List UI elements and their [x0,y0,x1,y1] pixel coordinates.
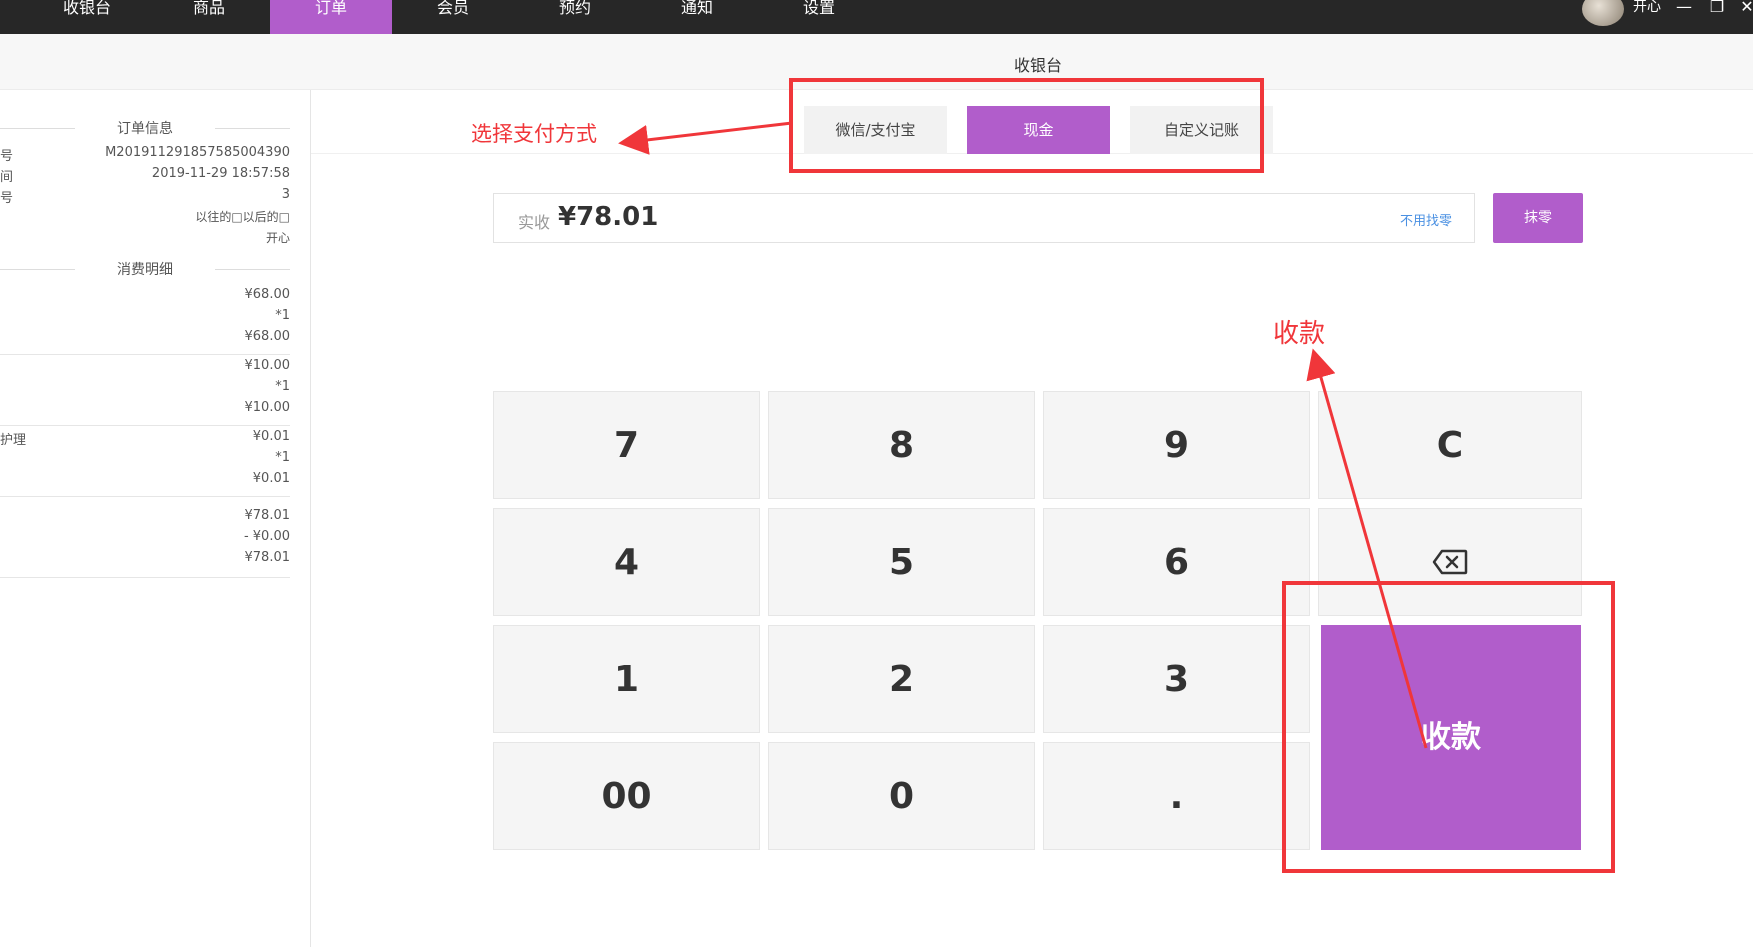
arrow-to-collect-label [1306,348,1428,749]
arrow-to-choose-payment [618,121,793,155]
annotation-arrows [618,121,1428,749]
